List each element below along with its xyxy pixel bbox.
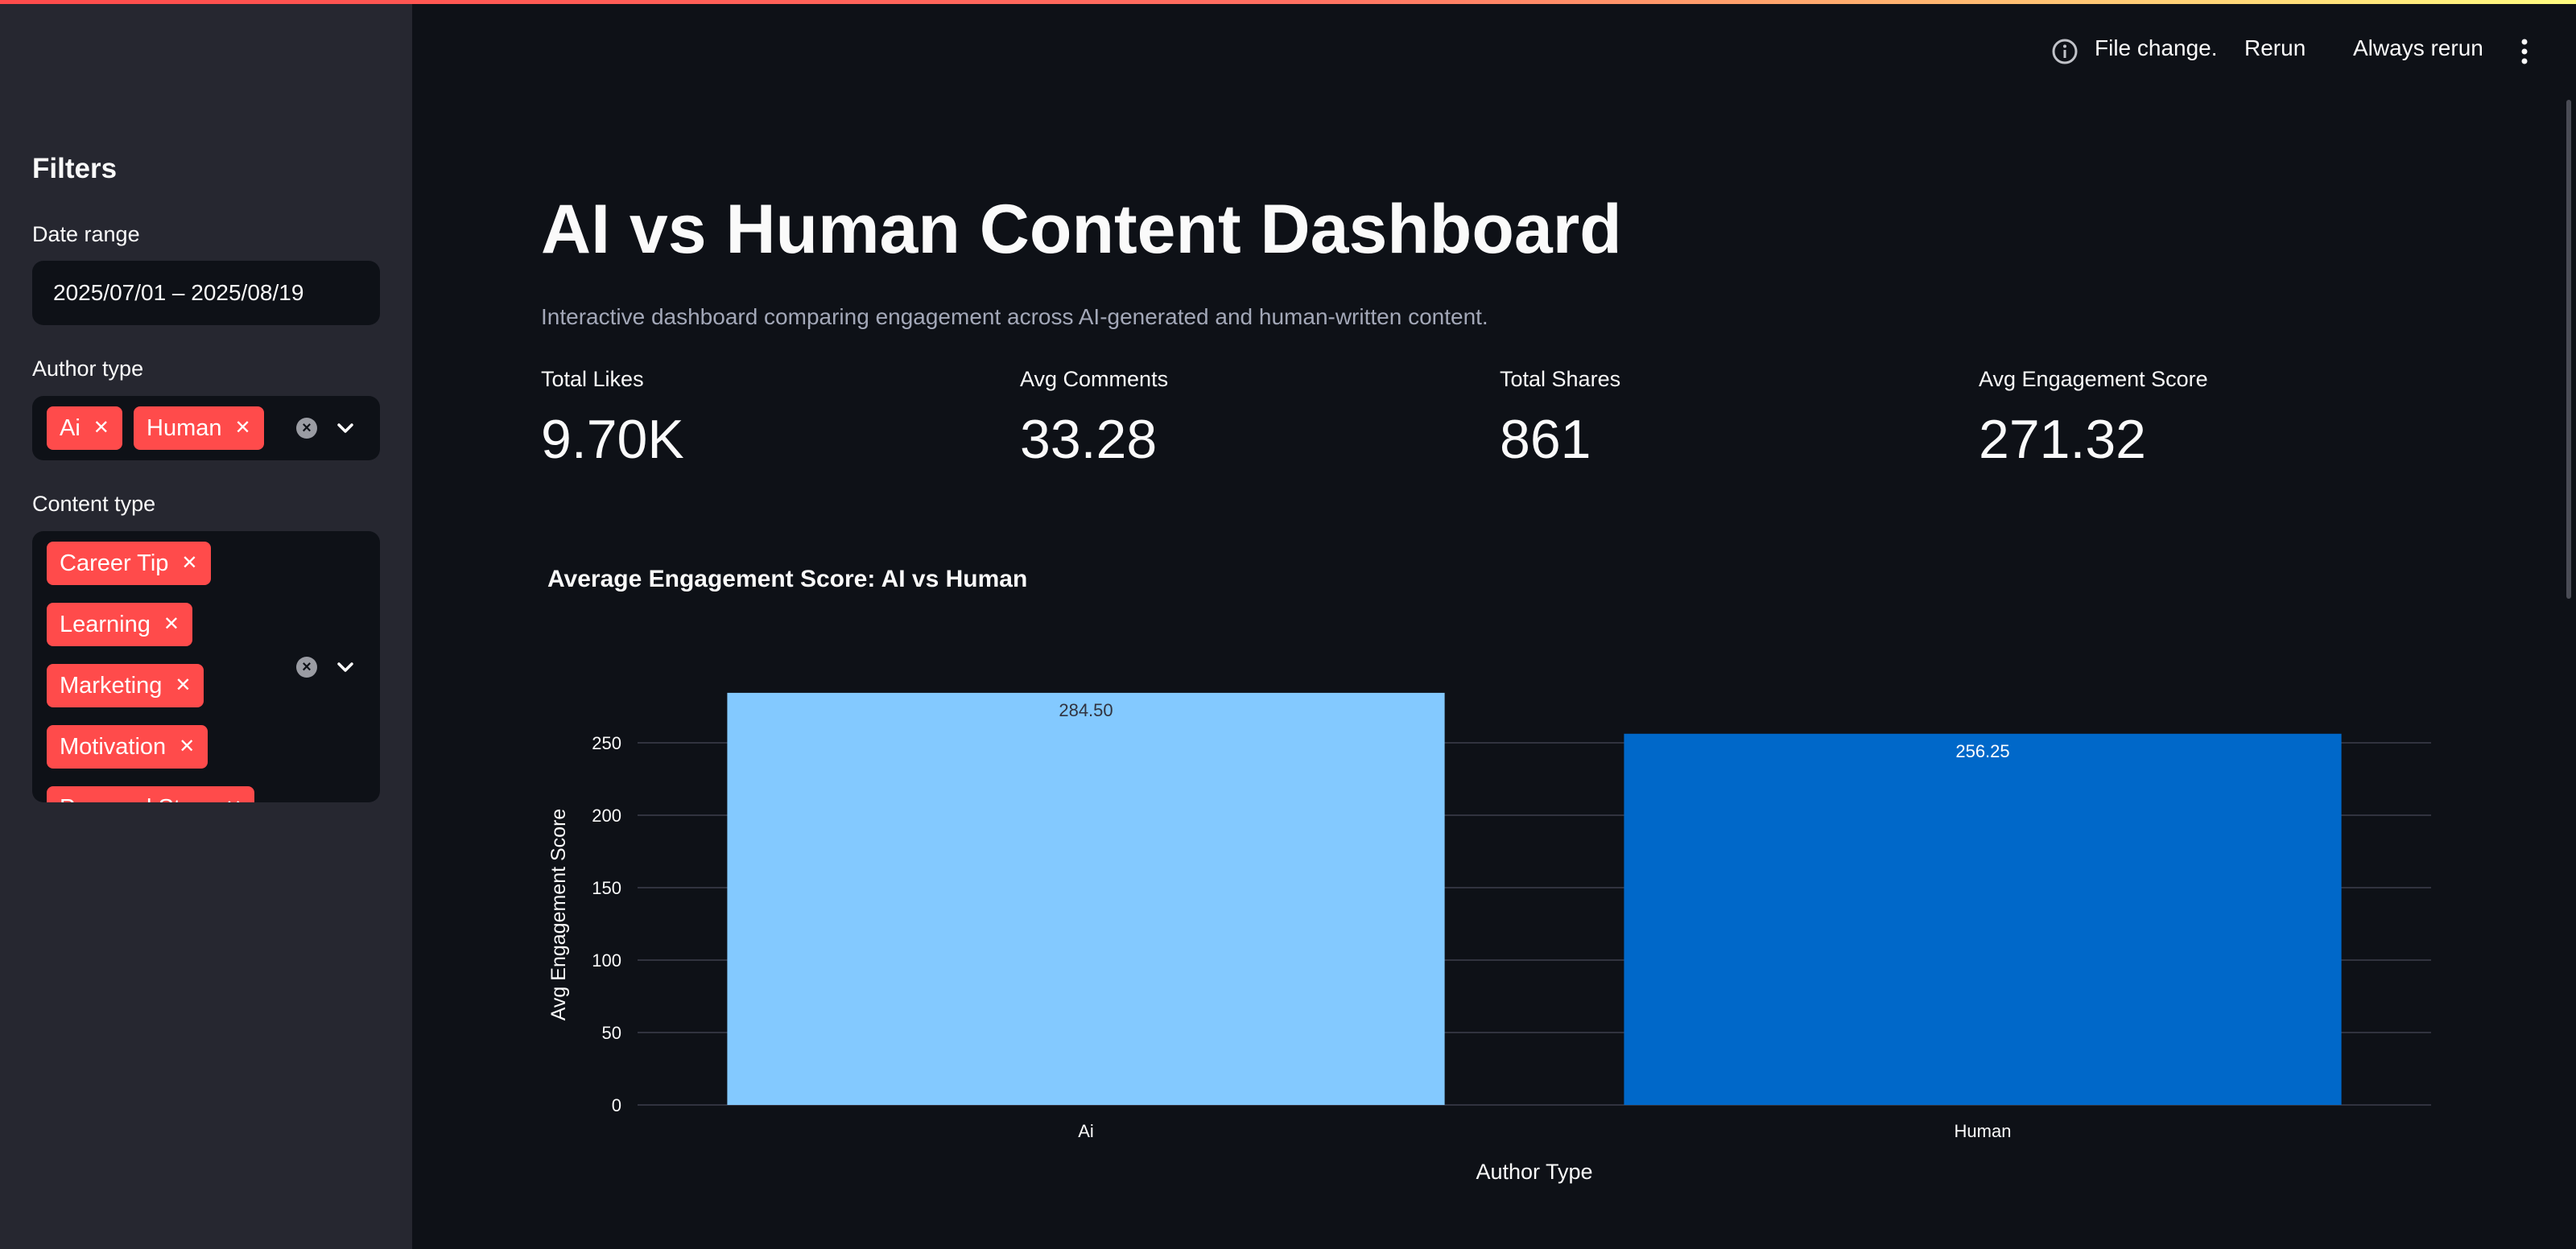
- remove-tag-icon[interactable]: ✕: [93, 406, 109, 450]
- tag-label: Ai: [60, 415, 80, 441]
- tag-label: Career Tip: [60, 550, 169, 576]
- date-range-label: Date range: [32, 222, 140, 246]
- tag-label: Personal Story: [60, 786, 213, 802]
- page-title: AI vs Human Content Dashboard: [541, 191, 1622, 268]
- content-tag-personal-story[interactable]: Personal Story ✕: [47, 786, 255, 802]
- metric-total-likes: Total Likes 9.70K: [541, 367, 684, 471]
- content-tag-motivation[interactable]: Motivation ✕: [47, 725, 208, 769]
- y-tick-label: 250: [592, 733, 621, 753]
- content-type-multiselect[interactable]: Career Tip ✕ Learning ✕ Marketing ✕ Moti…: [32, 531, 380, 802]
- x-tick-label: Human: [1955, 1121, 2012, 1141]
- clear-all-icon[interactable]: ×: [296, 657, 317, 678]
- status-text: File change.: [2095, 35, 2218, 60]
- metric-avg-comments: Avg Comments 33.28: [1020, 367, 1168, 471]
- remove-tag-icon[interactable]: ✕: [163, 603, 180, 646]
- date-range-value: 2025/07/01 – 2025/08/19: [53, 280, 304, 305]
- tag-label: Marketing: [60, 673, 163, 699]
- metric-value: 861: [1500, 409, 1591, 470]
- remove-tag-icon[interactable]: ✕: [181, 542, 197, 585]
- x-tick-label: Ai: [1078, 1121, 1094, 1141]
- rerun-button[interactable]: Rerun: [2244, 35, 2306, 61]
- bar-data-label: 284.50: [1059, 700, 1113, 720]
- metric-value: 9.70K: [541, 409, 684, 470]
- metric-total-shares: Total Shares 861: [1500, 367, 1620, 471]
- remove-tag-icon[interactable]: ✕: [225, 786, 242, 802]
- author-tag-human[interactable]: Human ✕: [134, 406, 264, 450]
- chart-title: Average Engagement Score: AI vs Human: [547, 566, 1028, 592]
- tag-label: Learning: [60, 612, 151, 637]
- chevron-down-icon[interactable]: [336, 418, 355, 438]
- chevron-down-icon[interactable]: [336, 657, 355, 677]
- content-tag-marketing[interactable]: Marketing ✕: [47, 664, 204, 707]
- engagement-bar-chart: 0 50 100 150 200 250 284.50 Ai 256.25 Human Author…: [547, 692, 2431, 1184]
- author-type-label: Author type: [32, 357, 144, 381]
- author-tag-ai[interactable]: Ai ✕: [47, 406, 122, 450]
- info-icon: [2052, 39, 2078, 64]
- y-tick-label: 100: [592, 950, 621, 971]
- bar-human: [1624, 733, 2342, 1105]
- clear-all-icon[interactable]: ×: [296, 418, 317, 439]
- remove-tag-icon[interactable]: ✕: [235, 406, 251, 450]
- y-tick-label: 50: [602, 1023, 621, 1043]
- metric-label: Total Shares: [1500, 367, 1621, 391]
- date-range-input[interactable]: 2025/07/01 – 2025/08/19: [32, 261, 380, 325]
- metric-label: Avg Engagement Score: [1979, 367, 2208, 391]
- metric-label: Avg Comments: [1020, 367, 1169, 391]
- y-axis-title: Avg Engagement Score: [547, 809, 570, 1021]
- content-type-label: Content type: [32, 492, 156, 516]
- top-decoration-bar: [0, 0, 2576, 4]
- y-tick-label: 0: [612, 1095, 621, 1115]
- y-tick-label: 150: [592, 878, 621, 898]
- metric-avg-engagement-score: Avg Engagement Score 271.32: [1979, 367, 2208, 471]
- page-subtitle: Interactive dashboard comparing engageme…: [541, 304, 1488, 329]
- always-rerun-button[interactable]: Always rerun: [2353, 35, 2483, 61]
- metric-value: 271.32: [1979, 409, 2146, 470]
- author-type-multiselect[interactable]: Ai ✕ Human ✕ ×: [32, 396, 380, 460]
- metric-value: 33.28: [1020, 409, 1158, 470]
- kebab-menu-icon[interactable]: [2518, 37, 2531, 66]
- content-tag-learning[interactable]: Learning ✕: [47, 603, 192, 646]
- y-tick-label: 200: [592, 806, 621, 826]
- main-scrollbar[interactable]: [2566, 100, 2571, 599]
- remove-tag-icon[interactable]: ✕: [175, 664, 191, 707]
- content-tag-career-tip[interactable]: Career Tip ✕: [47, 542, 211, 585]
- remove-tag-icon[interactable]: ✕: [179, 725, 195, 769]
- sidebar: Filters Date range 2025/07/01 – 2025/08/…: [0, 0, 412, 1249]
- sidebar-title: Filters: [32, 153, 118, 184]
- tag-label: Human: [147, 415, 222, 441]
- bar-data-label: 256.25: [1955, 741, 2009, 761]
- x-axis-title: Author Type: [1476, 1160, 1592, 1184]
- metric-label: Total Likes: [541, 367, 644, 391]
- bar-ai: [727, 692, 1445, 1105]
- tag-label: Motivation: [60, 734, 167, 760]
